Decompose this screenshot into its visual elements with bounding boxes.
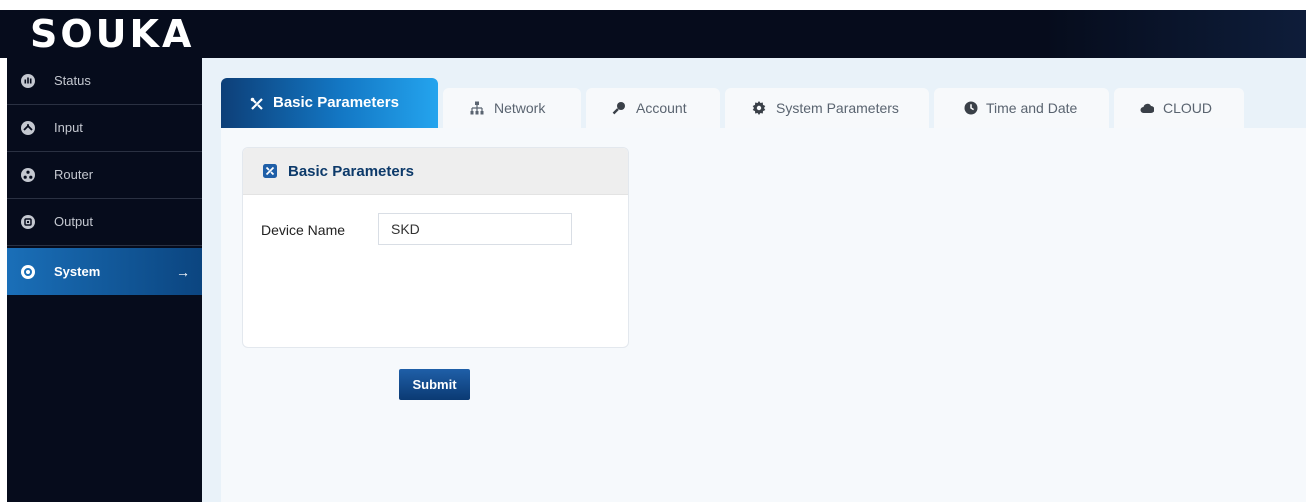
- tab-label: System Parameters: [776, 100, 899, 116]
- basic-parameters-panel: Basic Parameters Device Name: [242, 147, 629, 348]
- panel-title: Basic Parameters: [288, 163, 414, 180]
- status-icon: [21, 74, 35, 88]
- sidebar-item-input[interactable]: Input: [7, 105, 202, 152]
- cloud-icon: [1140, 103, 1154, 113]
- sidebar-item-label: Router: [54, 167, 94, 182]
- sidebar-item-router[interactable]: Router: [7, 152, 202, 199]
- tab-time-and-date[interactable]: Time and Date: [934, 88, 1109, 128]
- arrow-right-icon: →: [176, 263, 190, 280]
- input-icon: [21, 121, 35, 135]
- key-icon: [612, 102, 625, 115]
- tab-label: Network: [494, 100, 546, 116]
- device-name-label: Device Name: [261, 222, 346, 238]
- tools-icon: [250, 97, 263, 110]
- panel-header: Basic Parameters: [243, 148, 628, 195]
- sidebar-item-status[interactable]: Status: [7, 58, 202, 105]
- tab-cloud[interactable]: CLOUD: [1114, 88, 1244, 128]
- network-icon: [470, 101, 484, 115]
- tab-account[interactable]: Account: [586, 88, 720, 128]
- tab-system-parameters[interactable]: System Parameters: [725, 88, 929, 128]
- device-name-input[interactable]: [378, 213, 572, 245]
- sidebar-item-output[interactable]: Output: [7, 199, 202, 246]
- gear-icon: [752, 101, 766, 115]
- top-header: SOUKA: [0, 10, 1306, 58]
- sidebar: Status Input Router Output System →: [7, 58, 202, 502]
- sidebar-item-label: Input: [54, 120, 83, 135]
- submit-button[interactable]: Submit: [399, 369, 470, 400]
- brand-logo: SOUKA: [30, 12, 195, 56]
- tab-label: Account: [636, 100, 687, 116]
- output-icon: [21, 215, 35, 229]
- tab-basic-parameters[interactable]: Basic Parameters: [221, 78, 438, 128]
- tab-label: CLOUD: [1163, 100, 1213, 116]
- tab-label: Time and Date: [986, 100, 1078, 116]
- tab-network[interactable]: Network: [443, 88, 581, 128]
- sidebar-item-system[interactable]: System →: [7, 248, 202, 295]
- router-icon: [21, 168, 35, 182]
- clock-icon: [964, 101, 978, 115]
- tab-label: Basic Parameters: [273, 94, 399, 111]
- sidebar-item-label: Status: [54, 73, 91, 88]
- system-icon: [21, 264, 35, 279]
- sidebar-item-label: Output: [54, 214, 94, 229]
- tools-icon: [263, 164, 277, 178]
- sidebar-item-label: System: [54, 263, 101, 279]
